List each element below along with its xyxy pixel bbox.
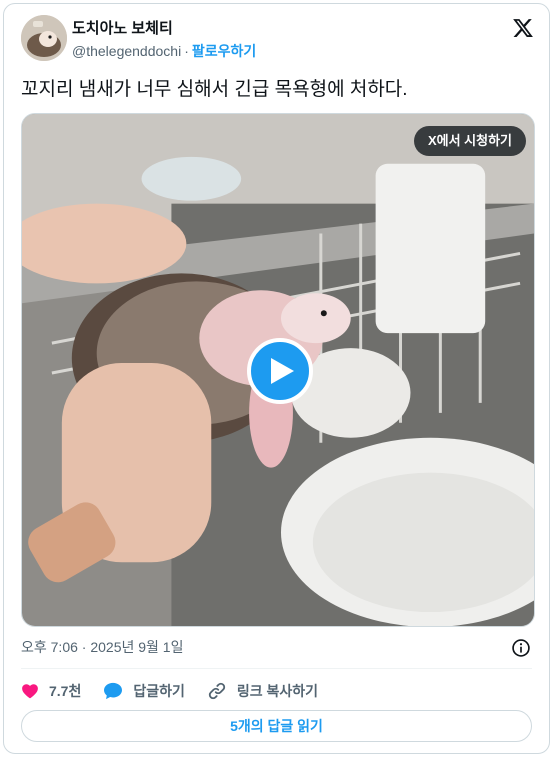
link-icon — [208, 682, 225, 700]
heart-icon — [22, 684, 38, 699]
tweet-text: 꼬지리 냄새가 너무 심해서 긴급 목욕형에 처하다. — [21, 79, 408, 100]
copy-link-label: 링크 복사하기 — [236, 683, 319, 699]
play-button[interactable] — [247, 338, 313, 404]
tweet-card: 도치아노 보체티 @thelegenddochi · 팔로우하기 꼬지리 냄새가 너… — [3, 3, 550, 754]
meta-separator: · — [184, 43, 189, 59]
speech-bubble-icon — [104, 682, 123, 700]
x-logo-icon[interactable] — [512, 17, 534, 39]
watch-on-x-button[interactable]: X에서 시청하기 — [413, 126, 526, 156]
action-bar: 7.7천 답글하기 링크 복사하기 — [21, 678, 340, 704]
like-count: 7.7천 — [49, 683, 82, 699]
video-media[interactable]: X에서 시청하기 — [21, 113, 535, 627]
author-name[interactable]: 도치아노 보체티 — [72, 19, 256, 39]
like-button[interactable]: 7.7천 — [21, 681, 81, 701]
divider — [21, 668, 532, 669]
info-icon[interactable] — [511, 638, 531, 658]
author-meta: @thelegenddochi · 팔로우하기 — [72, 41, 256, 61]
read-replies-button[interactable]: 5개의 답글 읽기 — [21, 710, 532, 742]
author-block: 도치아노 보체티 @thelegenddochi · 팔로우하기 — [72, 19, 256, 61]
copy-link-button[interactable]: 링크 복사하기 — [207, 681, 318, 701]
follow-button[interactable]: 팔로우하기 — [192, 43, 256, 59]
avatar[interactable] — [21, 15, 67, 61]
tweet-timestamp[interactable]: 오후 7:06 · 2025년 9월 1일 — [21, 637, 183, 657]
reply-button[interactable]: 답글하기 — [103, 681, 185, 701]
reply-label: 답글하기 — [133, 683, 185, 699]
play-icon — [271, 358, 294, 384]
author-handle[interactable]: @thelegenddochi — [72, 43, 181, 59]
